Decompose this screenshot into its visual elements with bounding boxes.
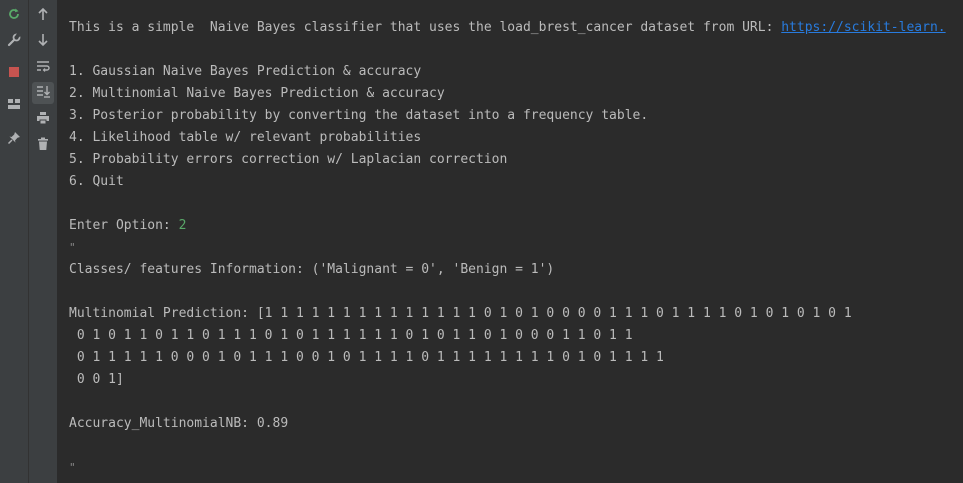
- prompt-label: Enter Option:: [69, 218, 179, 233]
- scroll-to-end-icon: [36, 84, 50, 103]
- menu-item-5: 5. Probability errors correction w/ Lapl…: [69, 152, 508, 167]
- dataset-url-link[interactable]: https://scikit-learn.: [781, 20, 945, 35]
- prediction-line-2: 0 1 0 1 1 0 1 1 0 1 1 1 0 1 0 1 1 1 1 1 …: [69, 328, 633, 343]
- print-icon: [36, 111, 50, 130]
- soft-wrap-icon: [36, 59, 50, 78]
- layout-icon: [7, 97, 21, 115]
- prediction-line-1: Multinomial Prediction: [1 1 1 1 1 1 1 1…: [69, 306, 852, 321]
- next-occurrence-button[interactable]: [32, 31, 54, 53]
- accuracy-line: Accuracy_MultinomialNB: 0.89: [69, 416, 289, 431]
- wrench-icon: [7, 32, 21, 52]
- stop-button[interactable]: [3, 63, 25, 85]
- intro-text: This is a simple Naive Bayes classifier …: [69, 20, 782, 35]
- rerun-icon: [7, 7, 21, 26]
- prediction-line-4: 0 0 1]: [69, 372, 124, 387]
- prediction-line-3: 0 1 1 1 1 1 0 0 0 1 0 1 1 1 0 0 1 0 1 1 …: [69, 350, 664, 365]
- menu-item-4: 4. Likelihood table w/ relevant probabil…: [69, 130, 422, 145]
- stop-icon: [8, 65, 20, 83]
- console-output[interactable]: This is a simple Naive Bayes classifier …: [58, 0, 963, 483]
- scroll-to-end-button[interactable]: [32, 82, 54, 104]
- menu-item-3: 3. Posterior probability by converting t…: [69, 108, 649, 123]
- console-toolbar: [29, 0, 58, 483]
- soft-wrap-button[interactable]: [32, 57, 54, 79]
- pin-tab-button[interactable]: [3, 129, 25, 151]
- settings-button[interactable]: [3, 31, 25, 53]
- arrow-down-icon: [37, 33, 49, 52]
- horizontal-scrollbar[interactable]: [58, 478, 963, 483]
- clear-all-button[interactable]: [32, 135, 54, 157]
- pin-icon: [7, 131, 21, 150]
- previous-occurrence-button[interactable]: [32, 5, 54, 27]
- arrow-up-icon: [37, 7, 49, 26]
- menu-item-2: 2. Multinomial Naive Bayes Prediction & …: [69, 86, 445, 101]
- rerun-button[interactable]: [3, 5, 25, 27]
- classes-info-line: Classes/ features Information: ('Maligna…: [69, 262, 555, 277]
- trash-icon: [37, 137, 49, 156]
- menu-item-6: 6. Quit: [69, 174, 124, 189]
- prompt-input-value[interactable]: 2: [179, 218, 187, 233]
- intro-line: This is a simple Naive Bayes classifier …: [69, 17, 946, 39]
- print-button[interactable]: [32, 109, 54, 131]
- run-console-window: This is a simple Naive Bayes classifier …: [0, 0, 963, 483]
- quote-mark: ": [69, 241, 76, 254]
- quote-mark-end: ": [69, 461, 76, 474]
- option-prompt: Enter Option: 2: [69, 215, 186, 237]
- layout-button[interactable]: [3, 95, 25, 117]
- run-toolbar-left: [0, 0, 29, 483]
- menu-item-1: 1. Gaussian Naive Bayes Prediction & acc…: [69, 64, 422, 79]
